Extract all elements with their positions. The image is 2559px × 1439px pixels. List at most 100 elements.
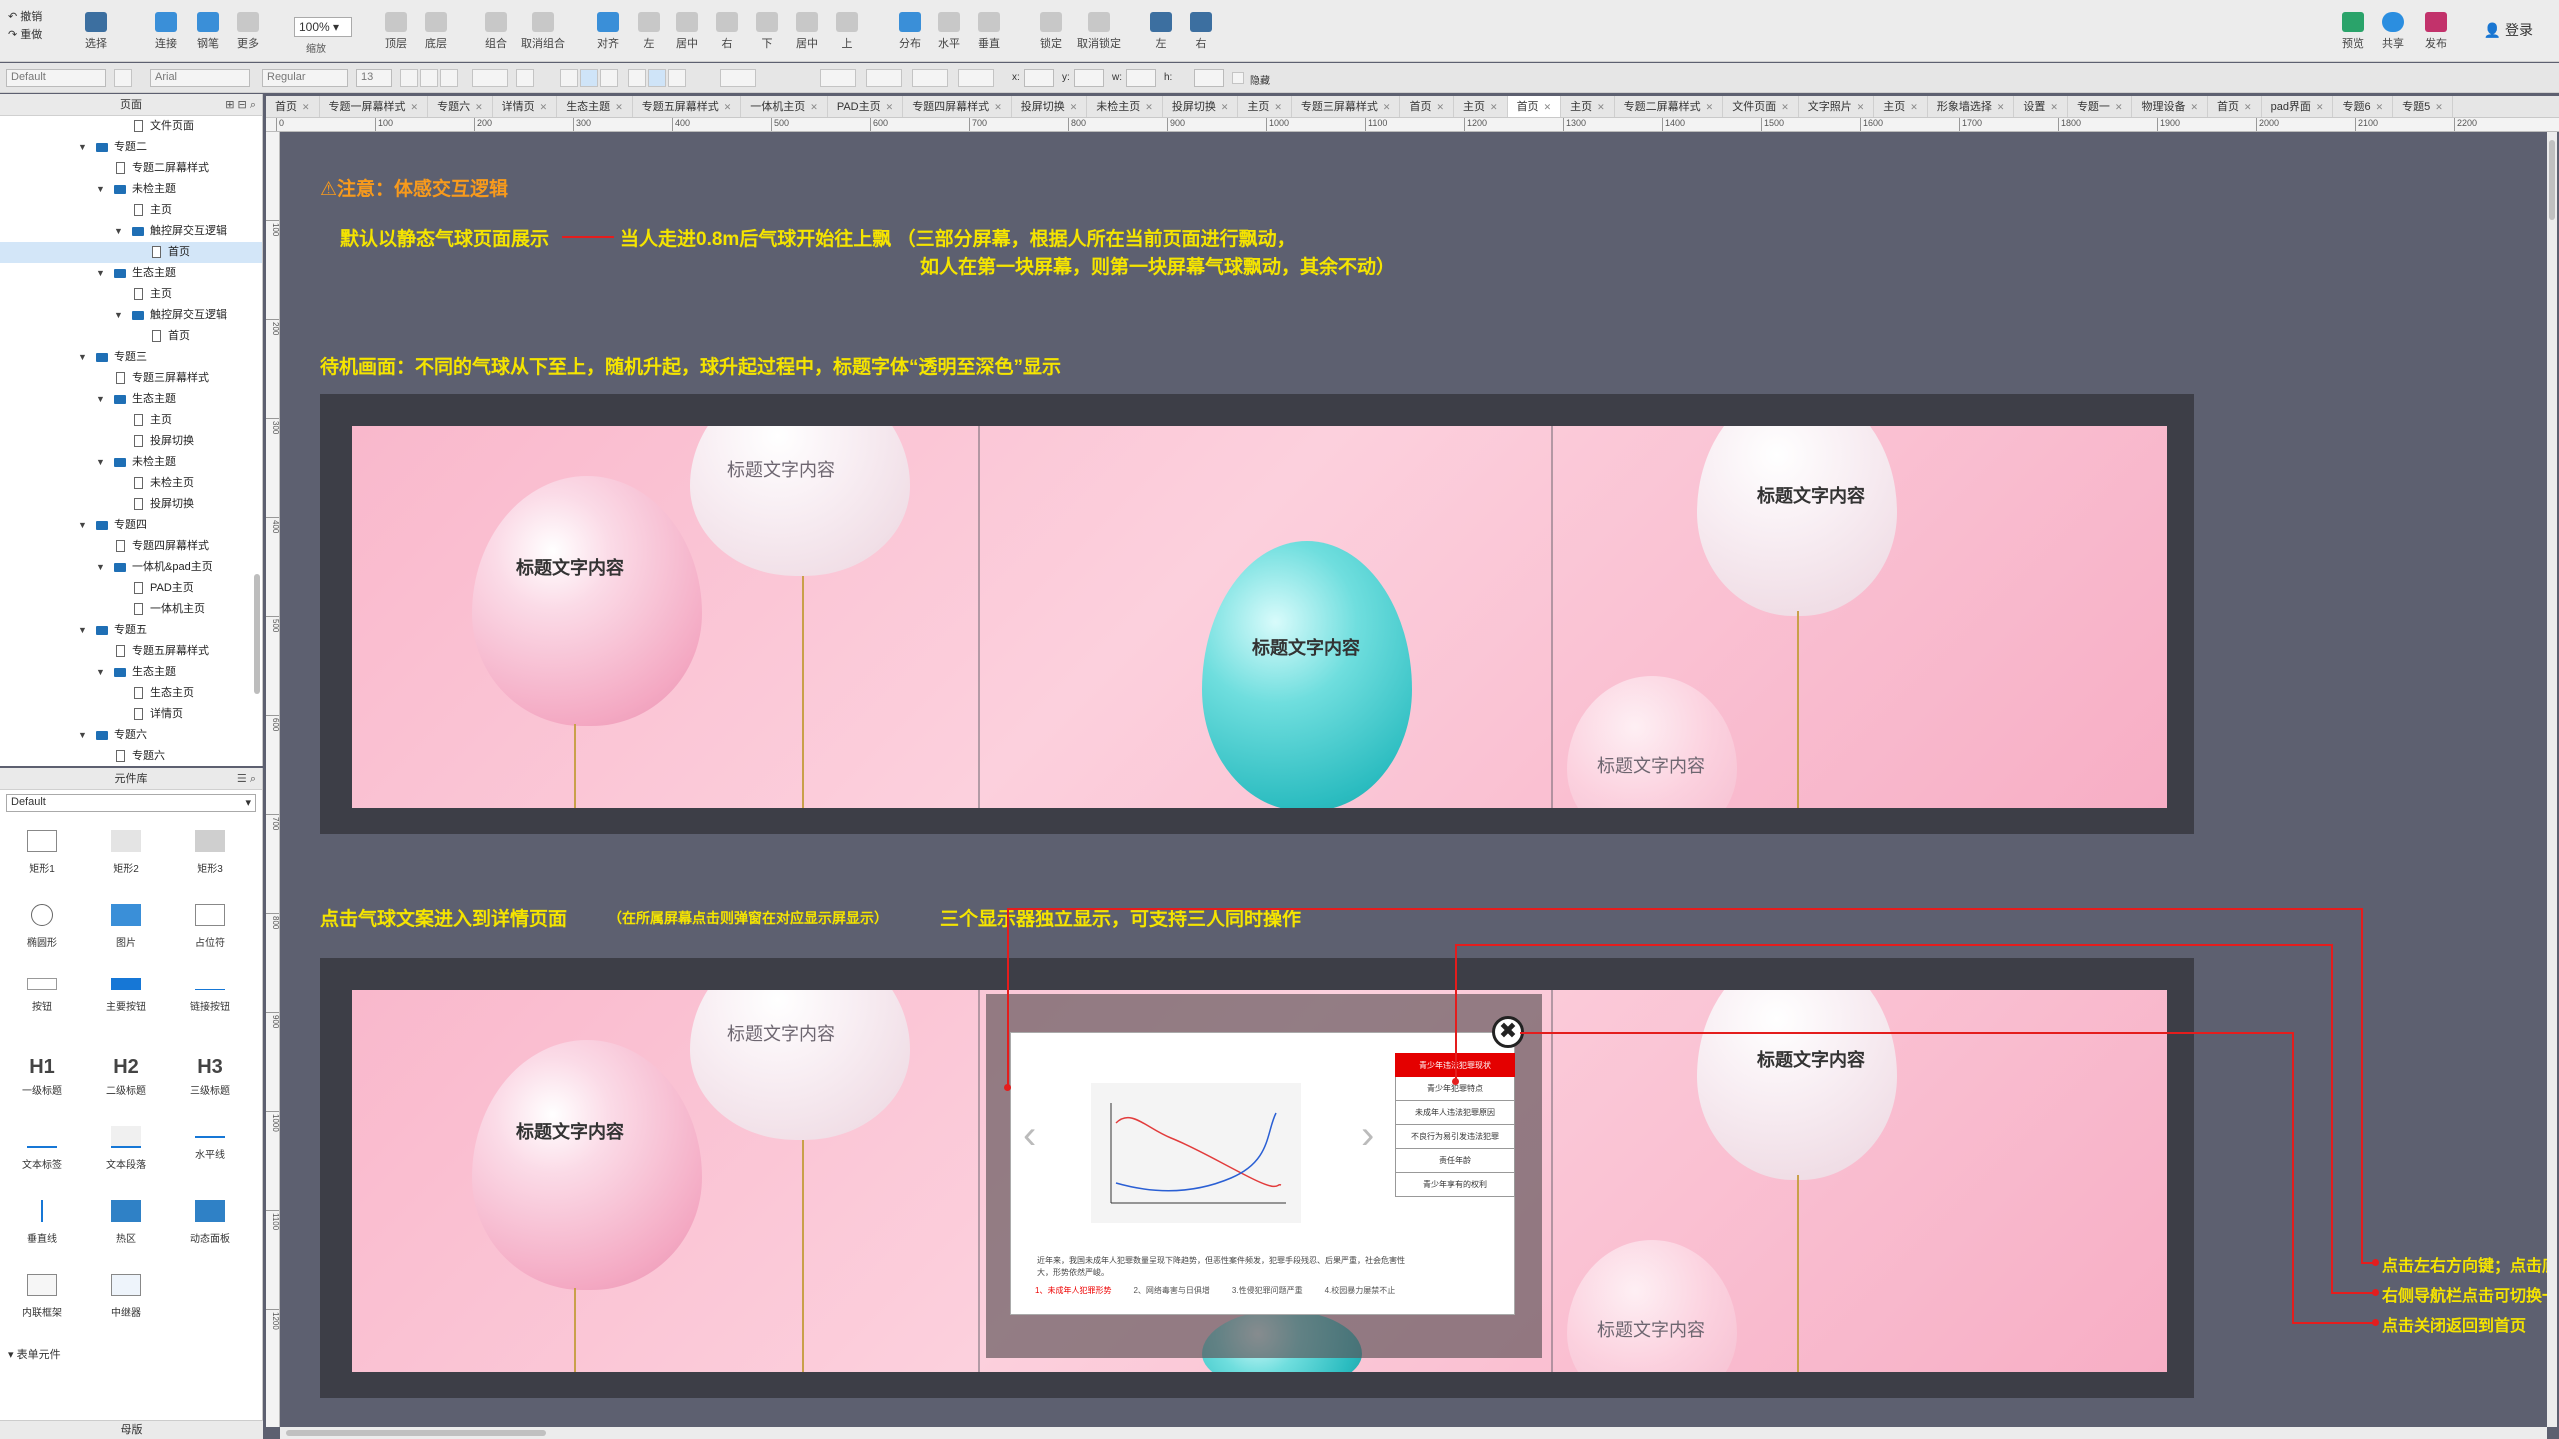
align-text-left-icon[interactable]: [560, 69, 578, 87]
close-tab-icon[interactable]: ✕: [1436, 102, 1444, 112]
tree-page[interactable]: 首页: [0, 326, 262, 347]
modal-nav-item[interactable]: 青少年享有的权利: [1395, 1173, 1515, 1197]
modal-nav-item[interactable]: 不良行为易引发违法犯罪: [1395, 1125, 1515, 1149]
widget-hotspot[interactable]: 热区: [86, 1200, 166, 1245]
align-middle-button[interactable]: 居中: [792, 12, 822, 52]
chevron-down-icon[interactable]: ▼: [96, 389, 105, 410]
balloon-title[interactable]: 标题文字内容: [516, 554, 624, 580]
tree-page[interactable]: 专题三屏幕样式: [0, 368, 262, 389]
page-tab[interactable]: 物理设备 ✕: [2132, 96, 2209, 117]
tree-page[interactable]: PAD主页: [0, 578, 262, 599]
page-tab[interactable]: 首页 ✕: [2208, 96, 2262, 117]
page-tab[interactable]: 形象墙选择 ✕: [1928, 96, 2015, 117]
close-tab-icon[interactable]: ✕: [994, 102, 1002, 112]
line-width-icon[interactable]: [866, 69, 902, 87]
close-tab-icon[interactable]: ✕: [302, 102, 310, 112]
close-tab-icon[interactable]: ✕: [886, 102, 894, 112]
widget-vertical-line[interactable]: 垂直线: [2, 1200, 82, 1245]
canvas-horizontal-scrollbar[interactable]: [280, 1427, 2547, 1439]
close-tab-icon[interactable]: ✕: [1706, 102, 1714, 112]
style-edit-icon[interactable]: [114, 69, 132, 87]
tree-folder[interactable]: ▼ 专题五: [0, 620, 262, 641]
canvas-vertical-scrollbar[interactable]: [2547, 132, 2557, 1427]
page-tab[interactable]: 文件页面 ✕: [1723, 96, 1799, 117]
tree-page[interactable]: 文件页面: [0, 116, 262, 137]
close-tab-icon[interactable]: ✕: [2376, 102, 2384, 112]
close-tab-icon[interactable]: ✕: [540, 102, 548, 112]
page-tab[interactable]: 投屏切换 ✕: [1012, 96, 1088, 117]
widget-repeater[interactable]: 中继器: [86, 1274, 166, 1319]
close-tab-icon[interactable]: ✕: [2244, 102, 2252, 112]
close-tab-icon[interactable]: ✕: [615, 102, 623, 112]
balloon-faint[interactable]: [1567, 676, 1737, 808]
close-tab-icon[interactable]: ✕: [2115, 102, 2123, 112]
close-tab-icon[interactable]: ✕: [1910, 102, 1918, 112]
modal-bottom-tab[interactable]: 4.校园暴力屡禁不止: [1325, 1286, 1396, 1295]
modal-bottom-tab[interactable]: 2、网络毒害与日俱增: [1133, 1286, 1209, 1295]
hidden-checkbox[interactable]: [1232, 72, 1244, 84]
x-input[interactable]: [1024, 69, 1054, 87]
tree-page[interactable]: 专题六: [0, 746, 262, 767]
send-bottom-button[interactable]: 底层: [418, 12, 454, 52]
widget-rectangle-gray[interactable]: 矩形2: [86, 830, 166, 875]
tree-page[interactable]: 投屏切换: [0, 431, 262, 452]
align-button[interactable]: 对齐: [590, 12, 626, 52]
library-menu-icon[interactable]: ☰ ⌕: [237, 768, 256, 790]
close-tab-icon[interactable]: ✕: [1544, 102, 1552, 112]
chevron-down-icon[interactable]: ▼: [96, 179, 105, 200]
italic-icon[interactable]: [420, 69, 438, 87]
form-widgets-section[interactable]: ▾ 表单元件: [8, 1346, 61, 1362]
close-tab-icon[interactable]: ✕: [475, 102, 483, 112]
distribute-button[interactable]: 分布: [892, 12, 928, 52]
page-tab[interactable]: 首页 ✕: [1400, 96, 1455, 117]
balloon-title[interactable]: 标题文字内容: [1757, 482, 1865, 508]
scrollbar-thumb[interactable]: [286, 1430, 546, 1436]
tree-page[interactable]: 首页: [0, 242, 262, 263]
tree-folder[interactable]: ▼ 生态主题: [0, 263, 262, 284]
redo-button[interactable]: ↷ 重做: [8, 26, 42, 44]
balloon-white[interactable]: [1697, 990, 1897, 1180]
tree-folder[interactable]: ▼ 专题四: [0, 515, 262, 536]
scrollbar-thumb[interactable]: [2549, 140, 2555, 220]
bold-icon[interactable]: [400, 69, 418, 87]
page-tab[interactable]: 专题五屏幕样式 ✕: [633, 96, 742, 117]
balloon-white[interactable]: [690, 990, 910, 1140]
tree-folder[interactable]: ▼ 生态主题: [0, 389, 262, 410]
widget-ellipse[interactable]: 椭圆形: [2, 904, 82, 949]
chevron-down-icon[interactable]: ▼: [96, 662, 105, 683]
page-tab[interactable]: 主页 ✕: [1561, 96, 1615, 117]
tree-page[interactable]: 生态主页: [0, 683, 262, 704]
chevron-down-icon[interactable]: ▼: [96, 452, 105, 473]
page-tab[interactable]: 详情页 ✕: [493, 96, 558, 117]
tree-page[interactable]: 主页: [0, 200, 262, 221]
close-tab-icon[interactable]: ✕: [411, 102, 419, 112]
close-tab-icon[interactable]: ✕: [724, 102, 732, 112]
chevron-down-icon[interactable]: ▼: [78, 347, 87, 368]
close-tab-icon[interactable]: ✕: [1857, 102, 1865, 112]
align-text-right-icon[interactable]: [600, 69, 618, 87]
align-bottom-button[interactable]: 下: [752, 12, 782, 52]
chevron-down-icon[interactable]: ▼: [114, 305, 123, 326]
page-tab[interactable]: 主页 ✕: [1454, 96, 1508, 117]
close-tab-icon[interactable]: ✕: [1221, 102, 1229, 112]
widget-inline-frame[interactable]: 内联框架: [2, 1274, 82, 1319]
close-tab-icon[interactable]: ✕: [1383, 102, 1391, 112]
page-tab[interactable]: 专题二屏幕样式 ✕: [1615, 96, 1724, 117]
page-tab[interactable]: 首页 ✕: [266, 96, 320, 117]
close-tab-icon[interactable]: ✕: [1597, 102, 1605, 112]
width-input[interactable]: [1126, 69, 1156, 87]
page-tab[interactable]: 专题一屏幕样式 ✕: [320, 96, 429, 117]
masters-panel-header[interactable]: 母版: [0, 1420, 263, 1439]
tree-folder[interactable]: ▼ 未检主题: [0, 452, 262, 473]
balloon-pink[interactable]: [472, 1040, 702, 1290]
tree-folder[interactable]: ▼ 未检主题: [0, 179, 262, 200]
publish-button[interactable]: 发布: [2418, 12, 2454, 52]
widget-link-button[interactable]: 链接按钮: [170, 978, 250, 1013]
tree-folder[interactable]: ▼ 专题二: [0, 137, 262, 158]
tree-page[interactable]: 专题四屏幕样式: [0, 536, 262, 557]
balloon-white[interactable]: [1697, 426, 1897, 616]
font-family-select[interactable]: Arial: [150, 69, 250, 87]
close-tab-icon[interactable]: ✕: [2435, 102, 2443, 112]
valign-middle-icon[interactable]: [648, 69, 666, 87]
page-tab[interactable]: 专题一 ✕: [2068, 96, 2133, 117]
